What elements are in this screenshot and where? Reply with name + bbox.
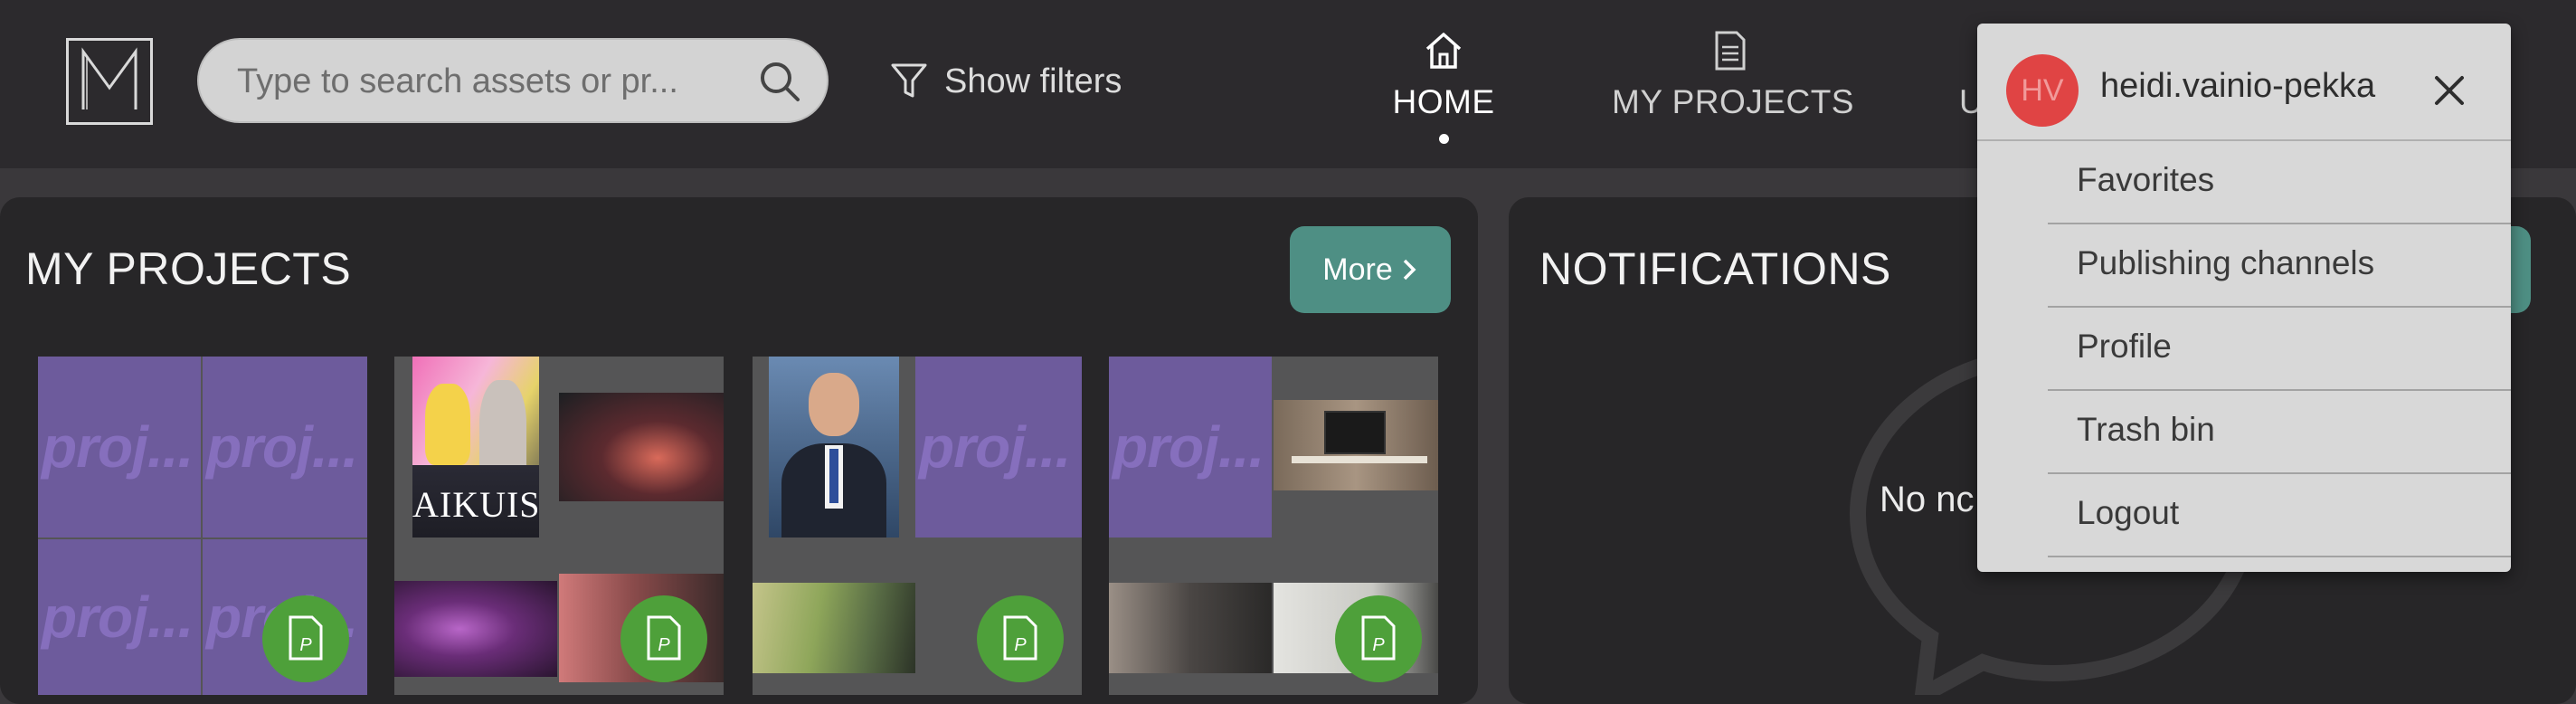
placeholder-tile: proj... — [203, 357, 367, 538]
divider — [2048, 556, 2511, 557]
project-card[interactable]: AIKUISET P — [394, 357, 724, 695]
more-label: More — [1322, 252, 1393, 287]
project-file-icon: P — [1361, 615, 1396, 661]
project-file-icon: P — [647, 615, 681, 661]
placeholder-tile: proj... — [1109, 357, 1272, 538]
project-thumbnail — [1274, 400, 1438, 490]
filter-icon — [891, 63, 927, 98]
show-filters-label: Show filters — [944, 62, 1122, 100]
user-menu-header: HV heidi.vainio-pekka — [1977, 24, 2511, 141]
svg-text:P: P — [1372, 635, 1385, 655]
home-icon — [1425, 33, 1462, 69]
project-thumbnail — [394, 581, 557, 677]
menu-item-publishing-channels[interactable]: Publishing channels — [2048, 223, 2511, 304]
project-card[interactable]: proj... P — [1109, 357, 1438, 695]
nav-home-label: HOME — [1392, 83, 1495, 120]
search-input[interactable] — [235, 40, 745, 123]
project-type-badge: P — [620, 595, 707, 682]
menu-item-trash-bin[interactable]: Trash bin — [2048, 389, 2511, 471]
project-type-badge: P — [977, 595, 1064, 682]
search-box — [197, 38, 829, 123]
menu-item-logout[interactable]: Logout — [2048, 472, 2511, 554]
my-projects-title: MY PROJECTS — [25, 243, 352, 294]
placeholder-tile: proj... — [38, 539, 201, 695]
project-type-badge: P — [262, 595, 349, 682]
placeholder-tile: proj... — [38, 357, 201, 538]
menu-item-favorites[interactable]: Favorites — [2048, 141, 2511, 223]
menu-item-profile[interactable]: Profile — [2048, 306, 2511, 387]
svg-text:P: P — [658, 635, 670, 655]
close-icon[interactable] — [2424, 65, 2475, 116]
show-filters-button[interactable]: Show filters — [890, 54, 1122, 109]
project-thumbnail — [753, 583, 915, 673]
project-thumbnail — [1109, 583, 1272, 673]
nav-my-projects-label: MY PROJECTS — [1612, 83, 1854, 120]
chevron-right-icon — [1403, 259, 1416, 281]
project-file-icon: P — [289, 615, 323, 661]
placeholder-tile: proj... — [915, 357, 1082, 538]
username: heidi.vainio-pekka — [2100, 67, 2376, 105]
active-indicator — [1438, 134, 1449, 144]
project-thumbnail: AIKUISET — [412, 357, 539, 538]
nav-home[interactable]: HOME — [1389, 29, 1498, 156]
search-icon[interactable] — [756, 58, 803, 105]
project-card[interactable]: proj... P — [753, 357, 1082, 695]
project-type-badge: P — [1335, 595, 1422, 682]
user-menu-dropdown: HV heidi.vainio-pekka Favorites Publishi… — [1977, 24, 2511, 572]
project-thumbnail — [769, 357, 899, 538]
image-caption: AIKUISET — [412, 484, 539, 525]
nav-my-projects[interactable]: MY PROJECTS — [1612, 29, 1854, 156]
project-thumbnail — [559, 393, 724, 501]
svg-text:P: P — [1014, 635, 1027, 655]
document-icon — [1715, 31, 1746, 71]
empty-notifications-text: No nc — [1880, 480, 1975, 519]
notifications-title: NOTIFICATIONS — [1539, 243, 1891, 294]
project-card[interactable]: proj... proj... proj... proj... P — [38, 357, 367, 695]
svg-text:P: P — [299, 635, 312, 655]
more-button[interactable]: More — [1290, 226, 1451, 313]
project-file-icon: P — [1003, 615, 1037, 661]
app-logo[interactable] — [66, 38, 153, 125]
avatar: HV — [2006, 54, 2079, 127]
